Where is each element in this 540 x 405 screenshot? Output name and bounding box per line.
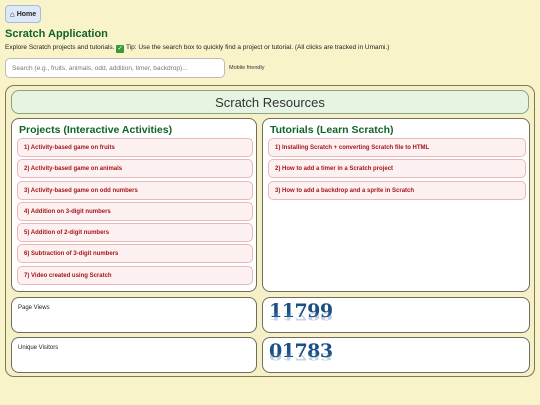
tutorial-item[interactable]: 3) How to add a backdrop and a sprite in… bbox=[268, 181, 526, 200]
intro-text: Explore Scratch projects and tutorials. … bbox=[5, 44, 389, 53]
project-item[interactable]: 3) Activity-based game on odd numbers bbox=[17, 181, 253, 200]
resources-container: Scratch Resources Projects (Interactive … bbox=[5, 85, 535, 377]
project-item[interactable]: 7) Video created using Scratch bbox=[17, 266, 253, 285]
project-item[interactable]: 6) Subtraction of 3-digit numbers bbox=[17, 244, 253, 263]
resources-header: Scratch Resources bbox=[11, 90, 529, 114]
project-item[interactable]: 1) Activity-based game on fruits bbox=[17, 138, 253, 157]
house-icon: ⌂ bbox=[9, 9, 15, 19]
projects-panel: Projects (Interactive Activities) 1) Act… bbox=[11, 118, 257, 292]
page-views-label-box: Page Views bbox=[11, 297, 257, 333]
intro-text-tip: Tip: Use the search box to quickly find … bbox=[125, 44, 390, 51]
page-views-counter: 11799 11799 bbox=[269, 302, 333, 330]
page-views-counter-box: 11799 11799 bbox=[262, 297, 530, 333]
page-views-label: Page Views bbox=[18, 305, 50, 311]
projects-title: Projects (Interactive Activities) bbox=[19, 124, 173, 136]
search-input[interactable] bbox=[5, 58, 225, 78]
tutorials-title: Tutorials (Learn Scratch) bbox=[270, 124, 394, 136]
home-button-label: Home bbox=[16, 10, 37, 18]
tutorials-panel: Tutorials (Learn Scratch) 1) Installing … bbox=[262, 118, 530, 292]
project-item[interactable]: 2) Activity-based game on animals bbox=[17, 159, 253, 178]
tutorial-item[interactable]: 2) How to add a timer in a Scratch proje… bbox=[268, 159, 526, 178]
unique-visitors-label-box: Unique Visitors bbox=[11, 337, 257, 373]
unique-visitors-counter-box: 01783 01783 bbox=[262, 337, 530, 373]
unique-visitors-label: Unique Visitors bbox=[18, 345, 59, 351]
project-item[interactable]: 4) Addition on 3-digit numbers bbox=[17, 202, 253, 221]
app-title: Scratch Application bbox=[5, 28, 108, 40]
check-mark-icon: ✓ bbox=[116, 45, 125, 53]
intro-text-start: Explore Scratch projects and tutorials. bbox=[5, 44, 115, 51]
mobile-friendly-note: Mobile friendly bbox=[229, 65, 265, 71]
page-views-count-reflection: 11799 bbox=[269, 310, 333, 323]
project-item[interactable]: 5) Addition of 2-digit numbers bbox=[17, 223, 253, 242]
home-button[interactable]: ⌂ Home bbox=[5, 5, 41, 23]
unique-visitors-counter: 01783 01783 bbox=[269, 342, 333, 370]
unique-visitors-count-reflection: 01783 bbox=[269, 350, 333, 363]
tutorial-item[interactable]: 1) Installing Scratch + converting Scrat… bbox=[268, 138, 526, 157]
